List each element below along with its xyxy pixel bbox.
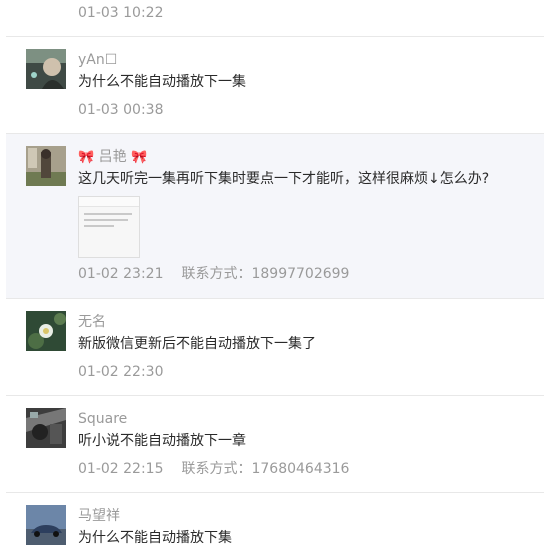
comment-item: Square 听小说不能自动播放下一章 01-02 22:15 联系方式：1768… (6, 396, 544, 492)
comment-text: 听小说不能自动播放下一章 (78, 433, 246, 449)
comment-time: 01-02 23:21 (78, 266, 164, 282)
commenter-name[interactable]: Square (78, 409, 127, 429)
comment-timestamp: 01-03 10:22 (78, 5, 164, 21)
comment-text: 为什么不能自动播放下集 (78, 530, 232, 546)
comment-time: 01-02 22:15 (78, 461, 164, 477)
thumbnail-line (84, 219, 128, 221)
comment-time: 01-02 22:30 (78, 364, 164, 380)
avatar-image (26, 146, 66, 186)
commenter-name-text: 吕艳 (98, 149, 127, 165)
commenter-name[interactable]: 马望祥 (78, 506, 120, 526)
avatar[interactable] (26, 505, 66, 545)
avatar[interactable] (26, 408, 66, 448)
avatar-image (26, 49, 66, 89)
avatar-image (26, 311, 66, 351)
comment-time: 01-03 00:38 (78, 102, 164, 118)
contact-info: 联系方式：18997702699 (181, 266, 350, 282)
comment-text: 为什么不能自动播放下一集 (78, 74, 246, 90)
attachment-thumbnail[interactable] (78, 196, 140, 258)
avatar[interactable] (26, 146, 66, 186)
comment-item: 马望祥 为什么不能自动播放下集 (6, 493, 544, 551)
comment-meta: 01-02 22:30 (78, 362, 163, 382)
avatar[interactable] (26, 49, 66, 89)
comment-item: yAn☐ 为什么不能自动播放下一集 01-03 00:38 (6, 37, 544, 133)
avatar[interactable] (26, 311, 66, 351)
thumbnail-line (84, 213, 132, 215)
comment-text: 新版微信更新后不能自动播放下一集了 (78, 336, 316, 352)
bow-icon: 🎀 (131, 150, 148, 165)
bow-icon: 🎀 (78, 150, 95, 165)
thumbnail-header (79, 197, 139, 207)
commenter-name[interactable]: yAn☐ (78, 50, 117, 70)
comment-meta: 01-02 22:15 联系方式：17680464316 (78, 459, 349, 479)
commenter-name[interactable]: 无名 (78, 312, 106, 332)
avatar-image (26, 505, 66, 545)
comment-meta: 01-03 00:38 (78, 100, 163, 120)
comment-text: 这几天听完一集再听下集时要点一下才能听，这样很麻烦↓怎么办? (78, 171, 490, 187)
thumbnail-line (84, 225, 114, 227)
comment-meta: 01-02 23:21 联系方式：18997702699 (78, 264, 349, 284)
comment-item: 🎀 吕艳 🎀 这几天听完一集再听下集时要点一下才能听，这样很麻烦↓怎么办? 01… (6, 134, 544, 298)
comment-item: 无名 新版微信更新后不能自动播放下一集了 01-02 22:30 (6, 299, 544, 395)
contact-info: 联系方式：17680464316 (181, 461, 350, 477)
avatar-image (26, 408, 66, 448)
commenter-name[interactable]: 🎀 吕艳 🎀 (78, 147, 147, 168)
